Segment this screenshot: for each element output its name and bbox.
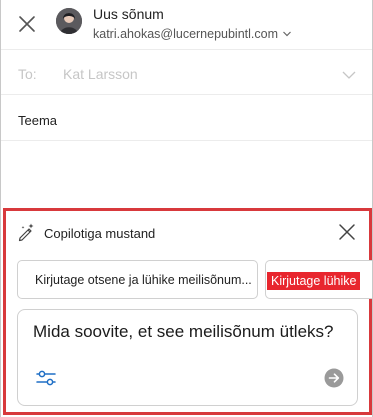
account-selector[interactable]: katri.ahokas@lucernepubintl.com — [93, 27, 292, 41]
copilot-draft-panel: Copilotiga mustand Kirjutage otsene ja l… — [3, 208, 372, 415]
options-sliders-icon[interactable] — [35, 367, 57, 389]
copilot-header: Copilotiga mustand — [6, 211, 369, 251]
compose-header: Uus sõnum katri.ahokas@lucernepubintl.co… — [1, 0, 372, 50]
subject-label: Teema — [18, 113, 58, 128]
suggestion-chip-1[interactable]: Kirjutage otsene ja lühike meilisõnum... — [17, 260, 258, 299]
subject-row: Teema — [1, 96, 372, 141]
to-field[interactable]: Kat Larsson — [63, 66, 138, 82]
avatar — [56, 8, 82, 34]
subject-input[interactable] — [65, 106, 355, 132]
copilot-title: Copilotiga mustand — [44, 226, 156, 241]
close-icon[interactable] — [337, 222, 357, 242]
to-label: To: — [18, 66, 37, 82]
copilot-pen-icon — [18, 223, 34, 242]
suggestion-chip-2[interactable]: Kirjutage lühike — [265, 260, 372, 299]
chevron-down-icon[interactable] — [342, 68, 356, 82]
copilot-prompt-input[interactable]: Mida soovite, et see meilisõnum ütleks? — [17, 309, 358, 406]
account-email: katri.ahokas@lucernepubintl.com — [93, 27, 279, 41]
to-row: To: Kat Larsson — [1, 52, 372, 95]
suggestion-chip-2-label: Kirjutage lühike — [267, 272, 361, 290]
send-arrow-icon[interactable] — [324, 368, 344, 388]
close-icon[interactable] — [15, 12, 39, 36]
prompt-placeholder: Mida soovite, et see meilisõnum ütleks? — [33, 322, 334, 341]
compose-window: Uus sõnum katri.ahokas@lucernepubintl.co… — [0, 0, 373, 417]
chevron-down-icon — [283, 31, 291, 37]
page-title: Uus sõnum — [93, 6, 164, 22]
